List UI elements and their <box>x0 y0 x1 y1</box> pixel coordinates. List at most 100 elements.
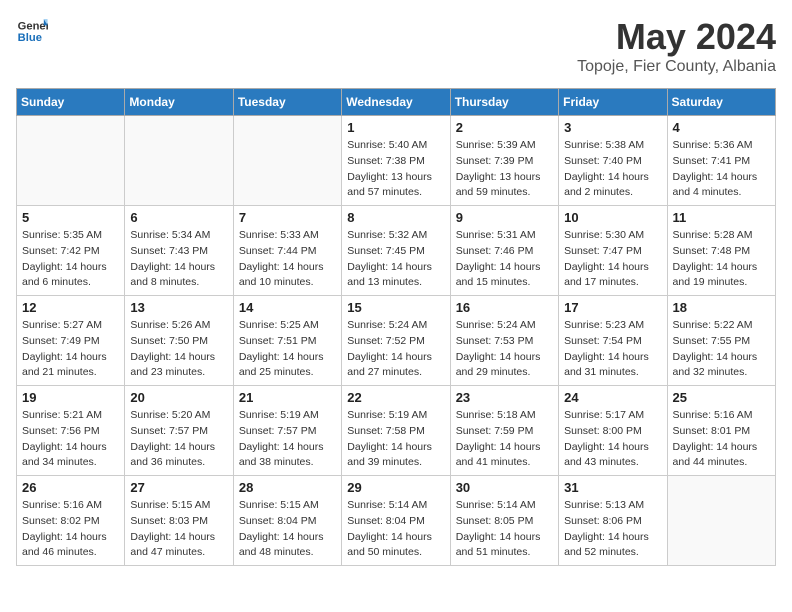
cell-day-number: 7 <box>239 210 336 225</box>
calendar-cell: 12Sunrise: 5:27 AMSunset: 7:49 PMDayligh… <box>17 296 125 386</box>
calendar-cell: 22 Sunrise: 5:19 AMSunset: 7:58 PMDayligh… <box>342 386 450 476</box>
calendar-cell: 5Sunrise: 5:35 AMSunset: 7:42 PMDaylight… <box>17 206 125 296</box>
cell-day-number: 15 <box>347 300 444 315</box>
cell-info: Sunrise: 5:40 AMSunset: 7:38 PMDaylight:… <box>347 138 444 201</box>
weekday-header-sunday: Sunday <box>17 89 125 116</box>
cell-day-number: 21 <box>239 390 336 405</box>
page-header: General Blue May 2024 Topoje, Fier Count… <box>16 16 776 76</box>
calendar-table: SundayMondayTuesdayWednesdayThursdayFrid… <box>16 88 776 566</box>
calendar-cell <box>233 116 341 206</box>
svg-text:Blue: Blue <box>18 32 42 44</box>
cell-info: Sunrise: 5:16 AMSunset: 8:01 PMDaylight:… <box>673 408 770 471</box>
weekday-header-tuesday: Tuesday <box>233 89 341 116</box>
cell-info: Sunrise: 5:15 AMSunset: 8:04 PMDaylight:… <box>239 498 336 561</box>
calendar-cell: 20 Sunrise: 5:20 AMSunset: 7:57 PMDayligh… <box>125 386 233 476</box>
calendar-cell: 3Sunrise: 5:38 AMSunset: 7:40 PMDaylight… <box>559 116 667 206</box>
logo-icon: General Blue <box>16 16 48 44</box>
calendar-cell: 30 Sunrise: 5:14 AMSunset: 8:05 PMDayligh… <box>450 476 558 566</box>
cell-info: Sunrise: 5:14 AMSunset: 8:05 PMDaylight:… <box>456 498 553 561</box>
calendar-cell: 6 Sunrise: 5:34 AMSunset: 7:43 PMDaylight… <box>125 206 233 296</box>
cell-day-number: 25 <box>673 390 770 405</box>
cell-info: Sunrise: 5:33 AMSunset: 7:44 PMDaylight:… <box>239 228 336 291</box>
calendar-cell: 2 Sunrise: 5:39 AMSunset: 7:39 PMDaylight… <box>450 116 558 206</box>
week-row-1: 1 Sunrise: 5:40 AMSunset: 7:38 PMDaylight… <box>17 116 776 206</box>
cell-info: Sunrise: 5:23 AMSunset: 7:54 PMDaylight:… <box>564 318 661 381</box>
calendar-cell <box>667 476 775 566</box>
calendar-cell: 29 Sunrise: 5:14 AMSunset: 8:04 PMDayligh… <box>342 476 450 566</box>
calendar-cell: 4 Sunrise: 5:36 AMSunset: 7:41 PMDaylight… <box>667 116 775 206</box>
cell-info: Sunrise: 5:13 AMSunset: 8:06 PMDaylight:… <box>564 498 661 561</box>
weekday-header-thursday: Thursday <box>450 89 558 116</box>
cell-info: Sunrise: 5:15 AMSunset: 8:03 PMDaylight:… <box>130 498 227 561</box>
calendar-cell: 1 Sunrise: 5:40 AMSunset: 7:38 PMDaylight… <box>342 116 450 206</box>
calendar-cell: 19Sunrise: 5:21 AMSunset: 7:56 PMDayligh… <box>17 386 125 476</box>
cell-info: Sunrise: 5:27 AMSunset: 7:49 PMDaylight:… <box>22 318 119 381</box>
location-title: Topoje, Fier County, Albania <box>577 58 776 76</box>
cell-info: Sunrise: 5:32 AMSunset: 7:45 PMDaylight:… <box>347 228 444 291</box>
calendar-cell: 27 Sunrise: 5:15 AMSunset: 8:03 PMDayligh… <box>125 476 233 566</box>
cell-info: Sunrise: 5:25 AMSunset: 7:51 PMDaylight:… <box>239 318 336 381</box>
calendar-cell: 10Sunrise: 5:30 AMSunset: 7:47 PMDayligh… <box>559 206 667 296</box>
cell-info: Sunrise: 5:24 AMSunset: 7:52 PMDaylight:… <box>347 318 444 381</box>
cell-info: Sunrise: 5:30 AMSunset: 7:47 PMDaylight:… <box>564 228 661 291</box>
calendar-cell: 16Sunrise: 5:24 AMSunset: 7:53 PMDayligh… <box>450 296 558 386</box>
weekday-header-row: SundayMondayTuesdayWednesdayThursdayFrid… <box>17 89 776 116</box>
cell-day-number: 27 <box>130 480 227 495</box>
calendar-cell: 8 Sunrise: 5:32 AMSunset: 7:45 PMDaylight… <box>342 206 450 296</box>
cell-info: Sunrise: 5:21 AMSunset: 7:56 PMDaylight:… <box>22 408 119 471</box>
cell-info: Sunrise: 5:20 AMSunset: 7:57 PMDaylight:… <box>130 408 227 471</box>
cell-day-number: 24 <box>564 390 661 405</box>
cell-day-number: 26 <box>22 480 119 495</box>
weekday-header-monday: Monday <box>125 89 233 116</box>
week-row-3: 12Sunrise: 5:27 AMSunset: 7:49 PMDayligh… <box>17 296 776 386</box>
month-title: May 2024 <box>577 16 776 58</box>
calendar-cell: 25 Sunrise: 5:16 AMSunset: 8:01 PMDayligh… <box>667 386 775 476</box>
cell-day-number: 2 <box>456 120 553 135</box>
cell-day-number: 13 <box>130 300 227 315</box>
cell-info: Sunrise: 5:26 AMSunset: 7:50 PMDaylight:… <box>130 318 227 381</box>
calendar-cell: 18Sunrise: 5:22 AMSunset: 7:55 PMDayligh… <box>667 296 775 386</box>
cell-day-number: 8 <box>347 210 444 225</box>
cell-info: Sunrise: 5:17 AMSunset: 8:00 PMDaylight:… <box>564 408 661 471</box>
cell-day-number: 6 <box>130 210 227 225</box>
cell-day-number: 1 <box>347 120 444 135</box>
cell-info: Sunrise: 5:31 AMSunset: 7:46 PMDaylight:… <box>456 228 553 291</box>
cell-day-number: 4 <box>673 120 770 135</box>
cell-info: Sunrise: 5:19 AMSunset: 7:58 PMDaylight:… <box>347 408 444 471</box>
cell-day-number: 29 <box>347 480 444 495</box>
cell-day-number: 9 <box>456 210 553 225</box>
cell-day-number: 11 <box>673 210 770 225</box>
cell-day-number: 20 <box>130 390 227 405</box>
week-row-5: 26Sunrise: 5:16 AMSunset: 8:02 PMDayligh… <box>17 476 776 566</box>
calendar-cell: 23 Sunrise: 5:18 AMSunset: 7:59 PMDayligh… <box>450 386 558 476</box>
calendar-cell <box>125 116 233 206</box>
calendar-cell: 26Sunrise: 5:16 AMSunset: 8:02 PMDayligh… <box>17 476 125 566</box>
calendar-cell: 7 Sunrise: 5:33 AMSunset: 7:44 PMDaylight… <box>233 206 341 296</box>
cell-day-number: 23 <box>456 390 553 405</box>
calendar-cell: 24 Sunrise: 5:17 AMSunset: 8:00 PMDayligh… <box>559 386 667 476</box>
cell-info: Sunrise: 5:36 AMSunset: 7:41 PMDaylight:… <box>673 138 770 201</box>
cell-info: Sunrise: 5:35 AMSunset: 7:42 PMDaylight:… <box>22 228 119 291</box>
calendar-cell: 11Sunrise: 5:28 AMSunset: 7:48 PMDayligh… <box>667 206 775 296</box>
title-block: May 2024 Topoje, Fier County, Albania <box>577 16 776 76</box>
cell-day-number: 22 <box>347 390 444 405</box>
cell-info: Sunrise: 5:22 AMSunset: 7:55 PMDaylight:… <box>673 318 770 381</box>
calendar-cell: 13 Sunrise: 5:26 AMSunset: 7:50 PMDayligh… <box>125 296 233 386</box>
cell-day-number: 31 <box>564 480 661 495</box>
calendar-cell <box>17 116 125 206</box>
calendar-cell: 17Sunrise: 5:23 AMSunset: 7:54 PMDayligh… <box>559 296 667 386</box>
cell-info: Sunrise: 5:14 AMSunset: 8:04 PMDaylight:… <box>347 498 444 561</box>
weekday-header-friday: Friday <box>559 89 667 116</box>
calendar-cell: 28 Sunrise: 5:15 AMSunset: 8:04 PMDayligh… <box>233 476 341 566</box>
cell-info: Sunrise: 5:34 AMSunset: 7:43 PMDaylight:… <box>130 228 227 291</box>
cell-info: Sunrise: 5:39 AMSunset: 7:39 PMDaylight:… <box>456 138 553 201</box>
svg-text:General: General <box>18 21 48 33</box>
calendar-cell: 31 Sunrise: 5:13 AMSunset: 8:06 PMDayligh… <box>559 476 667 566</box>
cell-day-number: 16 <box>456 300 553 315</box>
cell-day-number: 28 <box>239 480 336 495</box>
cell-info: Sunrise: 5:38 AMSunset: 7:40 PMDaylight:… <box>564 138 661 201</box>
cell-day-number: 30 <box>456 480 553 495</box>
cell-day-number: 14 <box>239 300 336 315</box>
calendar-cell: 9 Sunrise: 5:31 AMSunset: 7:46 PMDaylight… <box>450 206 558 296</box>
cell-info: Sunrise: 5:18 AMSunset: 7:59 PMDaylight:… <box>456 408 553 471</box>
